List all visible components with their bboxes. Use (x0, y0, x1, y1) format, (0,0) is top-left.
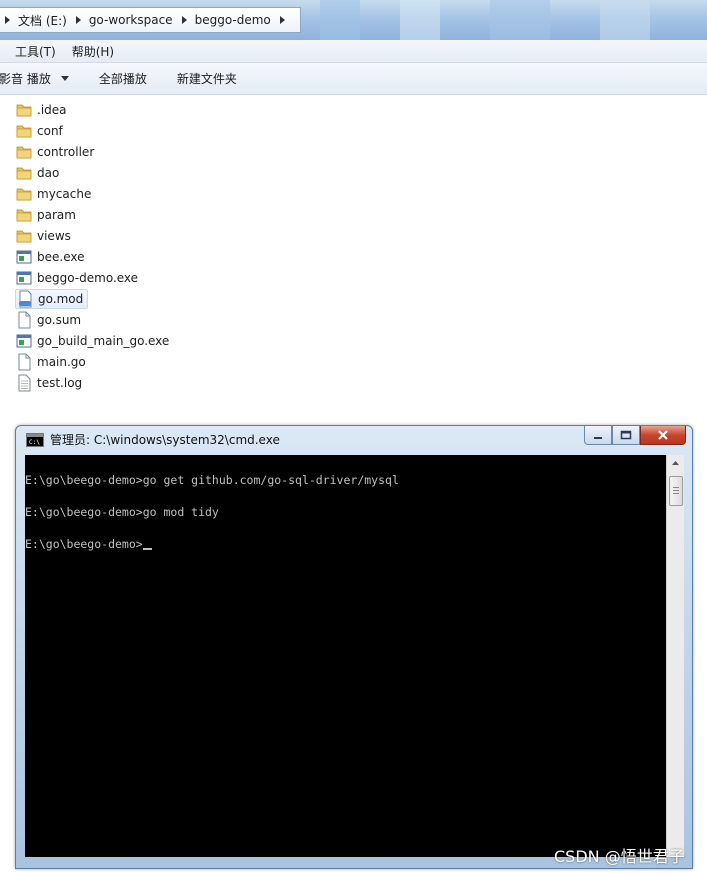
folder-icon (15, 227, 33, 245)
breadcrumb-drive[interactable]: 文档 (E:) (18, 12, 67, 29)
chevron-right-icon[interactable] (181, 16, 187, 24)
file-name: controller (37, 145, 95, 159)
cmd-titlebar[interactable]: C:\ 管理员: C:\windows\system32\cmd.exe (16, 426, 692, 453)
file-name: views (37, 229, 71, 243)
file-name: param (37, 208, 76, 222)
blank-file-icon (15, 353, 33, 371)
file-name: go_build_main_go.exe (37, 334, 170, 348)
cmd-title: 管理员: C:\windows\system32\cmd.exe (50, 433, 280, 447)
blurred-desktop-icon (490, 0, 550, 40)
chevron-right-icon[interactable] (75, 16, 81, 24)
file-name: test.log (37, 376, 83, 390)
play-all-button[interactable]: 全部播放 (99, 70, 147, 87)
file-item[interactable]: views (15, 226, 71, 246)
file-item[interactable]: test.log (15, 373, 82, 393)
file-item[interactable]: .idea (15, 100, 67, 120)
file-name: go.mod (38, 292, 84, 306)
file-item[interactable]: param (15, 205, 76, 225)
console-line: E:\go\beego-demo>go mod tidy (25, 505, 219, 519)
text-cursor (142, 548, 152, 550)
file-name: .idea (37, 103, 67, 117)
file-name: bee.exe (37, 250, 85, 264)
file-name: main.go (37, 355, 86, 369)
scroll-thumb[interactable] (669, 476, 683, 506)
minimize-button[interactable] (584, 426, 612, 445)
folder-icon (15, 122, 33, 140)
breadcrumb-beggo-demo[interactable]: beggo-demo (195, 13, 271, 27)
restore-button[interactable] (612, 426, 640, 445)
file-item[interactable]: main.go (15, 352, 86, 372)
menu-help[interactable]: 帮助(H) (64, 43, 122, 60)
file-item[interactable]: dao (15, 163, 59, 183)
file-item[interactable]: go.mod (15, 289, 89, 309)
chevron-right-icon[interactable] (279, 16, 285, 24)
menu-tools[interactable]: 工具(T) (0, 43, 64, 60)
exe-icon (15, 269, 33, 287)
exe-icon (15, 332, 33, 350)
folder-icon (15, 101, 33, 119)
file-item[interactable]: go.sum (15, 310, 81, 330)
console-prompt-line: E:\go\beego-demo> (25, 537, 152, 551)
blurred-desktop-icon (600, 0, 650, 40)
blank-file-icon (15, 311, 33, 329)
window-controls (584, 426, 686, 445)
file-item[interactable]: conf (15, 121, 63, 141)
address-bar: 文档 (E:) go-workspace beggo-demo (0, 0, 707, 40)
watermark: CSDN @悟世君子 (554, 847, 685, 866)
file-name: beggo-demo.exe (37, 271, 139, 285)
console-output[interactable]: E:\go\beego-demo>go get github.com/go-sq… (25, 455, 666, 857)
dropdown-arrow-icon (60, 76, 69, 81)
close-button[interactable] (640, 426, 686, 445)
file-item[interactable]: beggo-demo.exe (15, 268, 138, 288)
file-item[interactable]: bee.exe (15, 247, 84, 267)
text-file-icon (15, 374, 33, 392)
file-name: conf (37, 124, 63, 138)
svg-text:C:\: C:\ (29, 439, 40, 446)
scroll-up-button[interactable] (667, 455, 684, 472)
mod-file-icon (16, 290, 34, 308)
menu-bar: 工具(T) 帮助(H) (0, 40, 707, 63)
cmd-app-icon[interactable]: C:\ (26, 432, 44, 447)
file-item[interactable]: controller (15, 142, 94, 162)
exe-icon (15, 248, 33, 266)
blurred-desktop-icon (320, 0, 360, 40)
new-folder-button[interactable]: 新建文件夹 (177, 70, 237, 87)
file-name: dao (37, 166, 60, 180)
breadcrumb-go-workspace[interactable]: go-workspace (89, 13, 173, 27)
file-name: go.sum (37, 313, 82, 327)
chevron-right-icon[interactable] (5, 16, 10, 24)
file-name: mycache (37, 187, 92, 201)
command-bar: 影音 播放 全部播放 新建文件夹 (0, 63, 707, 95)
console-prompt: E:\go\beego-demo> (25, 537, 143, 551)
file-item[interactable]: mycache (15, 184, 91, 204)
folder-icon (15, 206, 33, 224)
folder-icon (15, 164, 33, 182)
play-with-button[interactable]: 影音 播放 (0, 70, 69, 87)
file-item[interactable]: go_build_main_go.exe (15, 331, 169, 351)
vertical-scrollbar[interactable] (666, 455, 684, 857)
cmd-window[interactable]: C:\ 管理员: C:\windows\system32\cmd.exe E:\… (15, 425, 693, 869)
breadcrumb[interactable]: 文档 (E:) go-workspace beggo-demo (0, 7, 301, 33)
folder-icon (15, 185, 33, 203)
folder-icon (15, 143, 33, 161)
play-with-label: 影音 播放 (0, 72, 51, 86)
console-line: E:\go\beego-demo>go get github.com/go-sq… (25, 473, 399, 487)
blurred-desktop-icon (400, 0, 440, 40)
